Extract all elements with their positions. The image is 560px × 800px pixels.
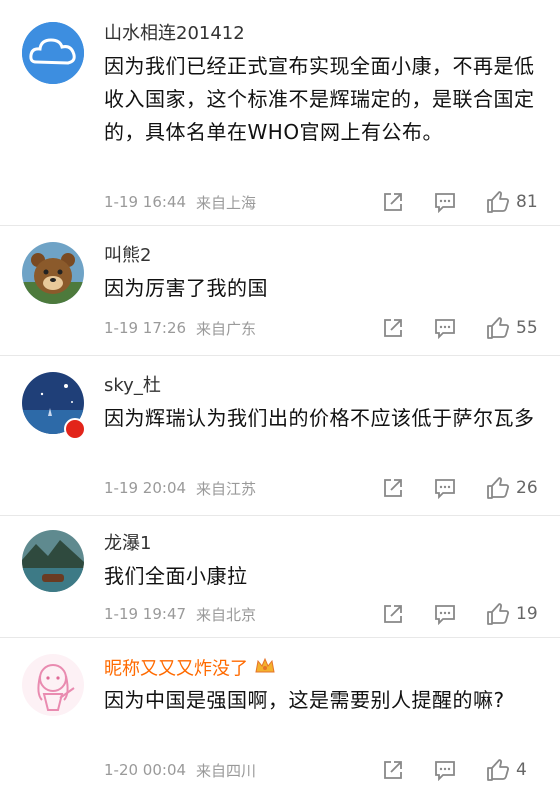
cartoon-girl-avatar-icon <box>22 654 84 716</box>
comment-item: 昵称又又又炸没了 因为中国是强国啊，这是需要别人提醒的嘛? 1-20 00:04… <box>0 638 560 800</box>
comment-item: 山水相连201412 因为我们已经正式宣布实现全面小康，不再是低收入国家，这个标… <box>0 0 560 226</box>
like-count: 81 <box>516 192 538 212</box>
like-count: 4 <box>516 760 527 780</box>
comment-text: 因为我们已经正式宣布实现全面小康，不再是低收入国家，这个标准不是辉瑞定的，是联合… <box>104 54 535 144</box>
comment-text: 因为厉害了我的国 <box>104 276 268 300</box>
username-text: 昵称又又又炸没了 <box>104 658 248 680</box>
share-button[interactable] <box>382 603 404 625</box>
lake-avatar-icon <box>22 530 84 592</box>
like-button[interactable]: 4 <box>486 758 538 782</box>
comment-location: 来自上海 <box>196 193 257 212</box>
reply-button[interactable] <box>434 477 456 499</box>
comment-item: 叫熊2 因为厉害了我的国 1-19 17:26 来自广东 55 <box>0 226 560 356</box>
comment-location: 来自广东 <box>196 319 257 338</box>
region-badge <box>64 418 86 440</box>
comment-meta: 1-19 20:04 来自江苏 26 <box>104 476 538 500</box>
comment-location: 来自四川 <box>196 761 257 780</box>
comment-actions: 81 <box>382 190 538 214</box>
username[interactable]: 叫熊2 <box>104 244 538 268</box>
thumbs-up-icon <box>487 759 509 781</box>
comment-icon <box>435 193 455 213</box>
comment-meta: 1-19 17:26 来自广东 55 <box>104 316 538 340</box>
comment-icon <box>435 761 455 781</box>
thumbs-up-icon <box>487 191 509 213</box>
comment-date: 1-19 17:26 <box>104 319 187 337</box>
like-count: 19 <box>516 604 538 624</box>
comment-location: 来自江苏 <box>196 479 257 498</box>
like-button[interactable]: 26 <box>486 476 538 500</box>
like-button[interactable]: 81 <box>486 190 538 214</box>
reply-button[interactable] <box>434 317 456 339</box>
share-icon <box>384 605 402 623</box>
like-button[interactable]: 19 <box>486 602 538 626</box>
share-icon <box>384 761 402 779</box>
comment-meta: 1-19 16:44 来自上海 81 <box>104 190 538 214</box>
avatar[interactable] <box>22 654 84 716</box>
thumbs-up-icon <box>487 317 509 339</box>
share-button[interactable] <box>382 191 404 213</box>
share-button[interactable] <box>382 759 404 781</box>
comment-location: 来自北京 <box>196 605 257 624</box>
username[interactable]: sky_杜 <box>104 374 538 398</box>
reply-button[interactable] <box>434 191 456 213</box>
reply-button[interactable] <box>434 759 456 781</box>
comment-icon <box>435 605 455 625</box>
comment-actions: 4 <box>382 758 538 782</box>
cloud-avatar-icon <box>22 22 84 84</box>
share-icon <box>384 193 402 211</box>
like-count: 26 <box>516 478 538 498</box>
avatar[interactable] <box>22 530 84 592</box>
comment-actions: 19 <box>382 602 538 626</box>
comment-text: 因为辉瑞认为我们出的价格不应该低于萨尔瓦多 <box>104 406 535 430</box>
comment-date: 1-19 20:04 <box>104 479 187 497</box>
username[interactable]: 昵称又又又炸没了 <box>104 656 538 680</box>
comment-date: 1-19 19:47 <box>104 605 187 623</box>
share-icon <box>384 319 402 337</box>
comment-date: 1-20 00:04 <box>104 761 187 779</box>
comment-meta: 1-20 00:04 来自四川 4 <box>104 758 538 782</box>
thumbs-up-icon <box>487 603 509 625</box>
thumbs-up-icon <box>487 477 509 499</box>
share-button[interactable] <box>382 477 404 499</box>
comment-icon <box>435 319 455 339</box>
comment-meta: 1-19 19:47 来自北京 19 <box>104 602 538 626</box>
avatar[interactable] <box>22 22 84 84</box>
username[interactable]: 龙瀑1 <box>104 532 538 556</box>
username[interactable]: 山水相连201412 <box>104 22 538 46</box>
share-icon <box>384 479 402 497</box>
comment-actions: 26 <box>382 476 538 500</box>
comment-date: 1-19 16:44 <box>104 193 187 211</box>
comment-text: 我们全面小康拉 <box>104 564 248 588</box>
like-button[interactable]: 55 <box>486 316 538 340</box>
like-count: 55 <box>516 318 538 338</box>
vip-crown-icon <box>254 656 276 683</box>
comment-item: sky_杜 因为辉瑞认为我们出的价格不应该低于萨尔瓦多 1-19 20:04 来… <box>0 356 560 516</box>
avatar[interactable] <box>22 242 84 304</box>
share-button[interactable] <box>382 317 404 339</box>
comment-icon <box>435 479 455 499</box>
bear-avatar-icon <box>22 242 84 304</box>
comment-text: 因为中国是强国啊，这是需要别人提醒的嘛? <box>104 688 505 712</box>
comment-item: 龙瀑1 我们全面小康拉 1-19 19:47 来自北京 19 <box>0 516 560 638</box>
reply-button[interactable] <box>434 603 456 625</box>
comment-actions: 55 <box>382 316 538 340</box>
